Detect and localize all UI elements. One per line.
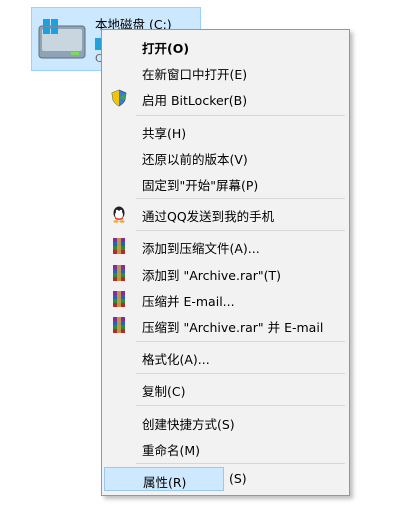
menu-separator <box>136 230 345 231</box>
menu-item-label: 添加到 "Archive.rar"(T) <box>142 268 282 283</box>
menu-item-share[interactable]: 共享(H) <box>104 119 347 143</box>
menu-item-label: 属性(R) <box>143 475 187 490</box>
menu-item-label: 复制(C) <box>142 384 186 399</box>
hard-drive-icon <box>38 19 86 59</box>
menu-item-label: 创建快捷方式(S) <box>142 417 235 432</box>
menu-item-add-to-archive[interactable]: 添加到压缩文件(A)... <box>104 234 347 258</box>
winrar-icon <box>113 317 125 333</box>
menu-item-compress-to-rar-and-email[interactable]: 压缩到 "Archive.rar" 并 E-mail <box>104 313 347 337</box>
menu-item-label: 压缩并 E-mail... <box>142 294 235 309</box>
properties-shortcut-hint: (S) <box>229 471 247 486</box>
menu-item-label: 格式化(A)... <box>142 352 210 367</box>
shield-icon <box>111 89 127 107</box>
menu-item-open-new-window[interactable]: 在新窗口中打开(E) <box>104 60 347 84</box>
menu-item-rename[interactable]: 重命名(M) <box>104 436 347 460</box>
menu-item-label: 在新窗口中打开(E) <box>142 67 248 82</box>
menu-item-copy[interactable]: 复制(C) <box>104 377 347 401</box>
winrar-icon <box>113 265 125 281</box>
menu-item-label: 通过QQ发送到我的手机 <box>142 209 275 224</box>
menu-item-bitlocker[interactable]: 启用 BitLocker(B) <box>104 86 347 110</box>
menu-item-label: 添加到压缩文件(A)... <box>142 241 260 256</box>
menu-item-label: 压缩到 "Archive.rar" 并 E-mail <box>142 320 324 335</box>
menu-item-label: 重命名(M) <box>142 443 201 458</box>
menu-item-restore-previous-versions[interactable]: 还原以前的版本(V) <box>104 145 347 169</box>
winrar-icon <box>113 291 125 307</box>
menu-item-compress-and-email[interactable]: 压缩并 E-mail... <box>104 287 347 311</box>
menu-separator <box>136 198 345 199</box>
menu-item-label: 还原以前的版本(V) <box>142 152 248 167</box>
menu-separator <box>136 463 345 464</box>
menu-item-open[interactable]: 打开(O) <box>104 34 347 58</box>
menu-item-label: 打开(O) <box>142 41 190 56</box>
menu-item-add-to-archive-rar[interactable]: 添加到 "Archive.rar"(T) <box>104 261 347 285</box>
menu-item-label: 固定到"开始"屏幕(P) <box>142 178 259 193</box>
menu-item-create-shortcut[interactable]: 创建快捷方式(S) <box>104 410 347 434</box>
menu-item-pin-to-start[interactable]: 固定到"开始"屏幕(P) <box>104 171 347 195</box>
menu-separator <box>136 341 345 342</box>
qq-penguin-icon <box>113 206 125 223</box>
context-menu: 打开(O) 在新窗口中打开(E) 启用 BitLocker(B) 共享(H) 还… <box>101 29 350 496</box>
menu-separator <box>136 405 345 406</box>
menu-item-properties[interactable]: 属性(R) <box>104 467 224 491</box>
menu-item-format[interactable]: 格式化(A)... <box>104 345 347 369</box>
menu-item-label: 共享(H) <box>142 126 187 141</box>
menu-item-send-via-qq[interactable]: 通过QQ发送到我的手机 <box>104 202 347 226</box>
menu-separator <box>136 373 345 374</box>
menu-item-label: 启用 BitLocker(B) <box>142 93 248 108</box>
winrar-icon <box>113 238 125 254</box>
menu-separator <box>136 115 345 116</box>
